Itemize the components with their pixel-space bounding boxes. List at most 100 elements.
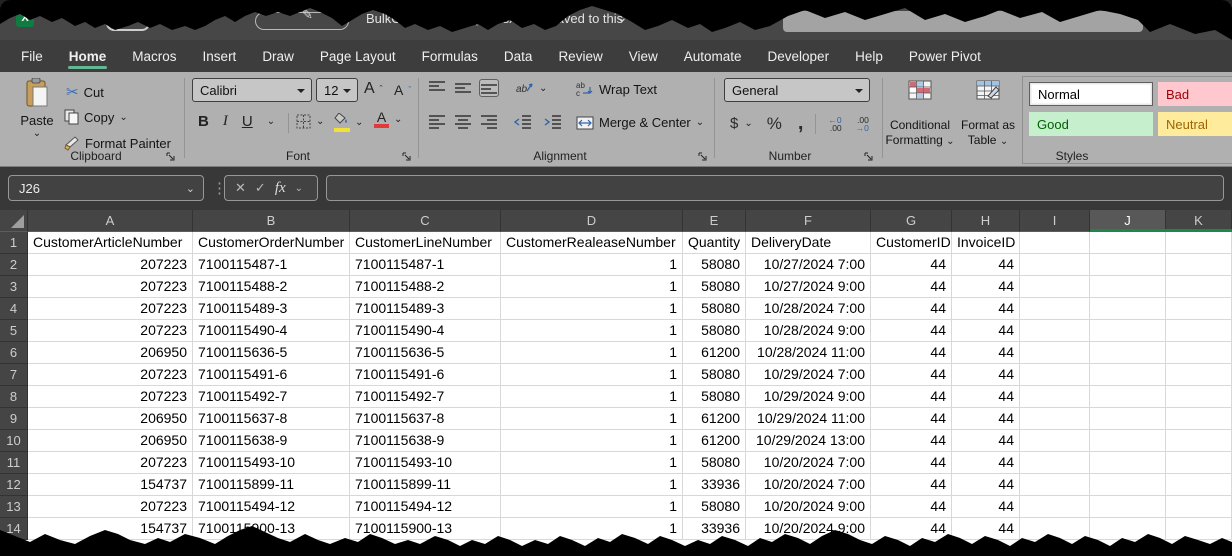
cell-C1[interactable]: CustomerLineNumber — [350, 232, 501, 254]
cell-D3[interactable]: 1 — [501, 276, 683, 298]
cell-A5[interactable]: 207223 — [28, 320, 193, 342]
row-header-3[interactable]: 3 — [0, 276, 28, 298]
cell-H6[interactable]: 44 — [952, 342, 1020, 364]
cell-F1[interactable]: DeliveryDate — [746, 232, 871, 254]
cell-E14[interactable]: 33936 — [683, 518, 746, 540]
cell-C14[interactable]: 7100115900-13 — [350, 518, 501, 540]
borders-chevron-icon[interactable]: ⌄ — [316, 116, 324, 127]
cell-G6[interactable]: 44 — [871, 342, 952, 364]
search-input[interactable] — [783, 11, 1143, 32]
cell-G10[interactable]: 44 — [871, 430, 952, 452]
cell-G9[interactable]: 44 — [871, 408, 952, 430]
align-center-button[interactable] — [454, 114, 472, 130]
cell-F7[interactable]: 10/29/2024 7:00 — [746, 364, 871, 386]
alignment-dialog-launcher[interactable] — [698, 152, 708, 162]
cell-H2[interactable]: 44 — [952, 254, 1020, 276]
cell-J8[interactable] — [1090, 386, 1166, 408]
percent-button[interactable]: % — [767, 114, 782, 134]
cell-A8[interactable]: 207223 — [28, 386, 193, 408]
cell-D2[interactable]: 1 — [501, 254, 683, 276]
cell-F8[interactable]: 10/29/2024 9:00 — [746, 386, 871, 408]
cell-J9[interactable] — [1090, 408, 1166, 430]
row-header-9[interactable]: 9 — [0, 408, 28, 430]
align-left-button[interactable] — [428, 114, 446, 130]
cell-H3[interactable]: 44 — [952, 276, 1020, 298]
shrink-font-button[interactable]: Aˇ — [394, 82, 411, 98]
cell-J1[interactable] — [1090, 232, 1166, 254]
cell-E13[interactable]: 58080 — [683, 496, 746, 518]
orientation-chevron-icon[interactable]: ⌄ — [539, 83, 547, 94]
cell-D5[interactable]: 1 — [501, 320, 683, 342]
cell-B2[interactable]: 7100115487-1 — [193, 254, 350, 276]
cell-F10[interactable]: 10/29/2024 13:00 — [746, 430, 871, 452]
column-header-A[interactable]: A — [28, 210, 193, 232]
cell-A7[interactable]: 207223 — [28, 364, 193, 386]
cell-D9[interactable]: 1 — [501, 408, 683, 430]
cell-G11[interactable]: 44 — [871, 452, 952, 474]
underline-chevron-icon[interactable]: ⌄ — [267, 116, 275, 127]
cell-A9[interactable]: 206950 — [28, 408, 193, 430]
cell-I1[interactable] — [1020, 232, 1090, 254]
cell-C10[interactable]: 7100115638-9 — [350, 430, 501, 452]
cell-C12[interactable]: 7100115899-11 — [350, 474, 501, 496]
cell-D1[interactable]: CustomerRealeaseNumber — [501, 232, 683, 254]
copy-chevron-icon[interactable]: ⌄ — [119, 112, 127, 123]
cell-I11[interactable] — [1020, 452, 1090, 474]
conditional-formatting-chevron-icon[interactable]: ⌄ — [946, 136, 954, 147]
cell-I3[interactable] — [1020, 276, 1090, 298]
cell-B7[interactable]: 7100115491-6 — [193, 364, 350, 386]
cell-style-bad[interactable]: Bad — [1158, 82, 1232, 106]
cell-I2[interactable] — [1020, 254, 1090, 276]
cell-G5[interactable]: 44 — [871, 320, 952, 342]
row-header-2[interactable]: 2 — [0, 254, 28, 276]
cell-D7[interactable]: 1 — [501, 364, 683, 386]
cell-G13[interactable]: 44 — [871, 496, 952, 518]
cell-A13[interactable]: 207223 — [28, 496, 193, 518]
cell-H8[interactable]: 44 — [952, 386, 1020, 408]
menu-tab-page-layout[interactable]: Page Layout — [307, 40, 409, 72]
row-header-13[interactable]: 13 — [0, 496, 28, 518]
cell-D8[interactable]: 1 — [501, 386, 683, 408]
cell-G14[interactable]: 44 — [871, 518, 952, 540]
enter-icon[interactable]: ✓ — [255, 180, 266, 196]
cell-K9[interactable] — [1166, 408, 1232, 430]
cell-K5[interactable] — [1166, 320, 1232, 342]
cell-C11[interactable]: 7100115493-10 — [350, 452, 501, 474]
cell-F6[interactable]: 10/28/2024 11:00 — [746, 342, 871, 364]
cell-K12[interactable] — [1166, 474, 1232, 496]
menu-tab-file[interactable]: File — [8, 40, 56, 72]
font-color-chevron-icon[interactable]: ⌄ — [394, 114, 402, 125]
increase-decimal-button[interactable]: ←0.00 — [828, 116, 841, 132]
row-header-12[interactable]: 12 — [0, 474, 28, 496]
row-header-8[interactable]: 8 — [0, 386, 28, 408]
row-header-7[interactable]: 7 — [0, 364, 28, 386]
cell-C4[interactable]: 7100115489-3 — [350, 298, 501, 320]
cell-K2[interactable] — [1166, 254, 1232, 276]
menu-tab-power-pivot[interactable]: Power Pivot — [896, 40, 994, 72]
merge-center-button[interactable]: Merge & Center ⌄ — [576, 115, 704, 130]
cell-I8[interactable] — [1020, 386, 1090, 408]
cell-E8[interactable]: 58080 — [683, 386, 746, 408]
menu-tab-insert[interactable]: Insert — [190, 40, 250, 72]
cell-style-neutral[interactable]: Neutral — [1158, 112, 1232, 136]
increase-indent-button[interactable] — [544, 114, 562, 130]
currency-chevron-icon[interactable]: ⌄ — [744, 118, 752, 129]
cell-I6[interactable] — [1020, 342, 1090, 364]
cell-C5[interactable]: 7100115490-4 — [350, 320, 501, 342]
paste-chevron-icon[interactable]: ⌄ — [14, 128, 60, 139]
cell-D13[interactable]: 1 — [501, 496, 683, 518]
orientation-button[interactable]: ab ⌄ — [516, 80, 547, 96]
cell-K6[interactable] — [1166, 342, 1232, 364]
menu-tab-data[interactable]: Data — [491, 40, 546, 72]
cell-D11[interactable]: 1 — [501, 452, 683, 474]
grow-font-button[interactable]: Aˆ — [364, 80, 383, 98]
bottom-align-button[interactable] — [480, 80, 498, 96]
top-align-button[interactable] — [428, 80, 446, 96]
column-header-F[interactable]: F — [746, 210, 871, 232]
cell-D12[interactable]: 1 — [501, 474, 683, 496]
row-header-11[interactable]: 11 — [0, 452, 28, 474]
cell-J4[interactable] — [1090, 298, 1166, 320]
cell-H9[interactable]: 44 — [952, 408, 1020, 430]
cell-A1[interactable]: CustomerArticleNumber — [28, 232, 193, 254]
cell-B8[interactable]: 7100115492-7 — [193, 386, 350, 408]
